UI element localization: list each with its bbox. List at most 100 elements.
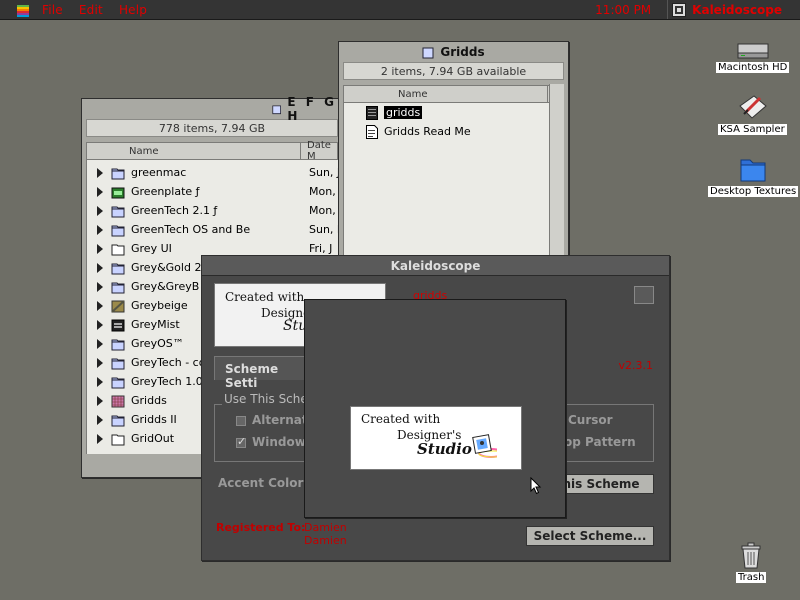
disclosure-triangle-icon[interactable] [97, 338, 103, 349]
version-label: v2.3.1 [618, 359, 654, 372]
window-titlebar[interactable]: E F G H [82, 95, 342, 123]
windows-checkbox[interactable] [236, 435, 246, 448]
disclosure-triangle-icon[interactable] [97, 395, 103, 406]
list-item-date: Sun, M [309, 223, 338, 236]
folder-outline-icon [111, 244, 125, 255]
list-item-date: Sun, J [309, 166, 338, 179]
folder-icon [111, 282, 125, 293]
list-item-label: gridds [384, 106, 423, 119]
disclosure-triangle-icon[interactable] [97, 243, 103, 254]
list-item-date: Mon, S [309, 204, 338, 217]
disclosure-triangle-icon[interactable] [97, 281, 103, 292]
window-title: E F G H [287, 95, 337, 123]
about-splash-window[interactable]: Created with Designer's Studio [304, 299, 566, 518]
menu-help[interactable]: Help [119, 3, 147, 17]
folder-icon [111, 415, 125, 426]
list-item-name: GreenTech 2.1 ƒ [131, 204, 218, 217]
designers-studio-splash: Created with Designer's Studio [350, 406, 522, 470]
desktop-icon-label: KSA Sampler [718, 124, 787, 135]
folder-icon [740, 159, 766, 182]
select-scheme-button[interactable]: Select Scheme... [526, 526, 654, 546]
list-item-date: Mon, C [309, 185, 338, 198]
folder-icon [111, 206, 125, 217]
app-folder-icon [111, 187, 125, 198]
disclosure-triangle-icon[interactable] [97, 262, 103, 273]
window-titlebar[interactable]: Gridds [339, 42, 568, 62]
logo-text-line1: Created with [225, 290, 305, 304]
group-label: Use This Sche [222, 392, 310, 406]
list-item[interactable]: GreenTech 2.1 ƒ Mon, S [87, 201, 338, 220]
list-item[interactable]: GreenTech OS and Be Sun, M [87, 220, 338, 239]
column-header-name[interactable]: Name [87, 143, 301, 159]
registered-name: Damien [304, 521, 347, 534]
list-item-name: Grey UI [131, 242, 172, 255]
application-menu[interactable]: Kaleidoscope [667, 0, 800, 19]
folder-icon [111, 358, 125, 369]
hard-drive-icon [737, 43, 769, 59]
desktop-icon-trash[interactable]: Trash [736, 540, 767, 583]
folder-icon [111, 168, 125, 179]
folder-icon [111, 339, 125, 350]
folder-icon [111, 377, 125, 388]
desktop-icon-macintosh-hd[interactable]: Macintosh HD [716, 42, 790, 73]
window-title: Kaleidoscope [390, 258, 481, 273]
apple-menu-icon[interactable] [14, 3, 32, 17]
grid-folder-icon [111, 395, 125, 407]
alternate-checkbox[interactable] [236, 416, 246, 426]
list-header: Name ▲ [343, 85, 564, 103]
list-item-name: GreenTech OS and Be [131, 223, 251, 236]
splash-text-line1: Created with [361, 412, 441, 426]
list-item[interactable]: Gridds Read Me [344, 122, 564, 141]
menu-file[interactable]: File [42, 3, 63, 17]
mist-folder-icon [111, 319, 125, 331]
drawing-document-icon [739, 95, 768, 119]
disclosure-triangle-icon[interactable] [97, 224, 103, 235]
file-list[interactable]: gridds Gridds Read Me [343, 103, 564, 273]
trash-icon [741, 542, 761, 569]
preview-button[interactable] [634, 286, 654, 304]
accent-color-label: Accent Color: [218, 476, 309, 490]
desktop-pattern-label: op Pattern [564, 435, 636, 449]
list-item[interactable]: gridds [344, 103, 564, 122]
folder-icon [111, 225, 125, 236]
disclosure-triangle-icon[interactable] [97, 167, 103, 178]
desktop-icon-label: Macintosh HD [716, 62, 790, 73]
window-title: Gridds [440, 45, 485, 59]
folder-icon [422, 47, 434, 59]
desktop-icon-desktop-textures[interactable]: Desktop Textures [708, 154, 799, 197]
disclosure-triangle-icon[interactable] [97, 186, 103, 197]
alternate-label: Alternat [252, 413, 308, 427]
application-name: Kaleidoscope [692, 2, 782, 17]
list-item-name: greenmac [131, 166, 187, 179]
kaleidoscope-app-icon [672, 2, 687, 17]
disclosure-triangle-icon[interactable] [97, 205, 103, 216]
list-item-label: Gridds Read Me [384, 125, 471, 138]
gridds-window[interactable]: Gridds 2 items, 7.94 GB available Name ▲… [338, 41, 569, 273]
window-info-bar: 2 items, 7.94 GB available [343, 62, 564, 80]
list-item[interactable]: Greenplate ƒ Mon, C [87, 182, 338, 201]
menu-edit[interactable]: Edit [79, 3, 103, 17]
folder-icon [272, 105, 281, 115]
tab-scheme-settings[interactable]: Scheme Setti [214, 356, 314, 390]
window-titlebar[interactable]: Kaleidoscope [202, 256, 669, 276]
picture-frame-icon [472, 434, 497, 458]
menubar-clock[interactable]: 11:00 PM [595, 3, 651, 17]
desktop-icon-ksa-sampler[interactable]: KSA Sampler [718, 92, 787, 135]
desktop-icon-label: Trash [736, 572, 767, 583]
folder-outline-icon [111, 434, 125, 445]
list-item[interactable]: greenmac Sun, J [87, 163, 338, 182]
vertical-scrollbar[interactable] [549, 84, 564, 256]
disclosure-triangle-icon[interactable] [97, 414, 103, 425]
disclosure-triangle-icon[interactable] [97, 319, 103, 330]
list-item-name: Greenplate ƒ [131, 185, 200, 198]
column-header-name[interactable]: Name [344, 86, 548, 102]
disclosure-triangle-icon[interactable] [97, 300, 103, 311]
disclosure-triangle-icon[interactable] [97, 357, 103, 368]
disclosure-triangle-icon[interactable] [97, 433, 103, 444]
column-header-date[interactable]: Date M [301, 140, 337, 162]
disclosure-triangle-icon[interactable] [97, 376, 103, 387]
registered-organization: Damien [304, 534, 347, 547]
desktop-icon-label: Desktop Textures [708, 186, 799, 197]
list-item-date: Fri, J [309, 242, 333, 255]
cursor-label: Cursor [568, 413, 613, 427]
